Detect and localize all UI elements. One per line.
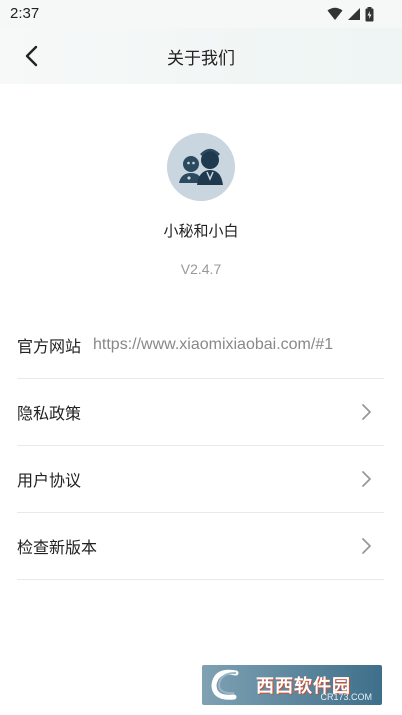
- app-logo-avatar: [167, 133, 235, 201]
- app-version: V2.4.7: [180, 261, 222, 277]
- settings-list: 官方网站 https://www.xiaomixiaobai.com/#1 隐私…: [17, 312, 384, 580]
- watermark: 西西软件园 CR173.COM: [202, 665, 382, 705]
- status-bar: 2:37: [0, 0, 402, 28]
- status-icons: [327, 6, 374, 22]
- website-url[interactable]: https://www.xiaomixiaobai.com/#1: [93, 336, 333, 354]
- signal-icon: [348, 8, 360, 20]
- chevron-right-icon: [362, 538, 371, 554]
- privacy-policy-row[interactable]: 隐私政策: [17, 379, 384, 446]
- check-update-row[interactable]: 检查新版本: [17, 513, 384, 580]
- battery-icon: [365, 6, 374, 21]
- row-label: 用户协议: [17, 471, 82, 490]
- wifi-icon: [327, 7, 343, 20]
- app-logo-icon: [167, 133, 235, 201]
- row-label: 隐私政策: [17, 404, 82, 423]
- user-agreement-row[interactable]: 用户协议: [17, 446, 384, 513]
- app-name: 小秘和小白: [163, 222, 239, 240]
- app-header: 关于我们: [0, 28, 402, 84]
- status-time: 2:37: [10, 5, 40, 22]
- watermark-subtext: CR173.COM: [320, 692, 372, 702]
- watermark-logo-icon: [211, 669, 239, 700]
- page-title: 关于我们: [167, 49, 235, 69]
- row-label: 检查新版本: [17, 538, 98, 557]
- chevron-right-icon: [362, 404, 371, 420]
- official-website-row[interactable]: 官方网站 https://www.xiaomixiaobai.com/#1: [17, 312, 384, 379]
- chevron-right-icon: [362, 471, 371, 487]
- row-label: 官方网站: [17, 337, 82, 356]
